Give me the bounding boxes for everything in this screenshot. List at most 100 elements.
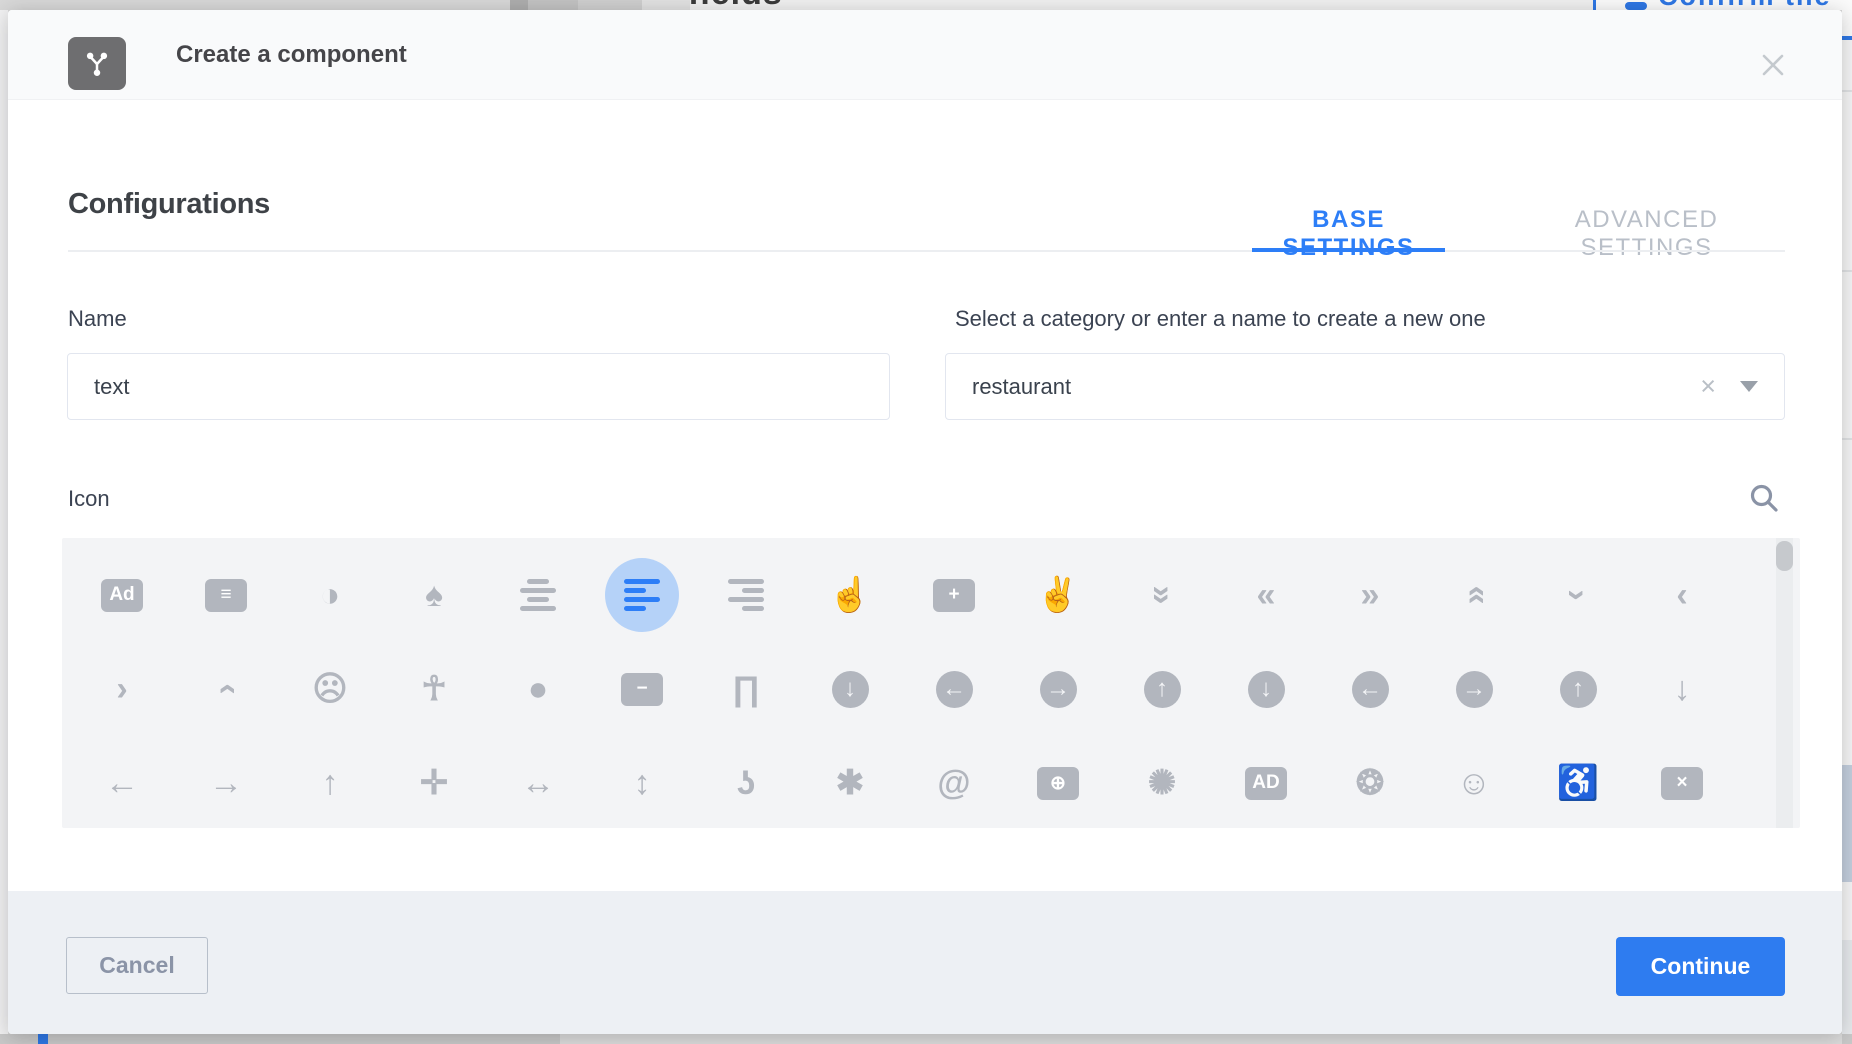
continue-button[interactable]: Continue bbox=[1616, 937, 1785, 996]
icon-cell-backspace[interactable]: × bbox=[1630, 736, 1734, 828]
icon-cell-arrows-alt[interactable]: ✛ bbox=[382, 736, 486, 828]
close-icon[interactable] bbox=[1753, 45, 1793, 85]
icon-cell-arrow-alt-circle-down[interactable]: ↓ bbox=[798, 642, 902, 736]
icon-cell-baby-carriage[interactable]: ♿ bbox=[1526, 736, 1630, 828]
modal-footer: Cancel Continue bbox=[8, 891, 1842, 1034]
align-bar bbox=[624, 597, 660, 602]
icon-cell-at[interactable]: @ bbox=[902, 736, 1006, 828]
align-bar bbox=[728, 579, 764, 584]
icon-cell-air-freshener[interactable]: ♠ bbox=[382, 548, 486, 642]
arrow-alt-circle-left-icon: ← bbox=[936, 671, 973, 708]
apple-alt-icon: ● bbox=[528, 672, 549, 706]
icon-cell-angle-double-up[interactable]: » bbox=[1422, 548, 1526, 642]
icon-cell-american-sign-language-interpreting[interactable]: ✌ bbox=[1006, 548, 1110, 642]
audio-description-icon: AD bbox=[1245, 767, 1287, 800]
tab-advanced-settings[interactable]: ADVANCED SETTINGS bbox=[1506, 206, 1787, 262]
icon-row: ››☹☥●−∏↓←→↑↓←→↑↓ bbox=[70, 642, 1734, 736]
icon-grid-rows: Ad≡◑♠☝+✌»«»»›‹››☹☥●−∏↓←→↑↓←→↑↓←→↑✛↔↕ʖ✱@⊕… bbox=[70, 548, 1734, 828]
icon-cell-align-right[interactable] bbox=[694, 548, 798, 642]
icon-cell-angle-double-down[interactable]: » bbox=[1110, 548, 1214, 642]
icon-cell-arrow-up[interactable]: ↑ bbox=[278, 736, 382, 828]
ankh-icon: ☥ bbox=[421, 672, 446, 706]
arrow-left-icon: ← bbox=[105, 766, 139, 800]
icon-cell-angle-double-left[interactable]: « bbox=[1214, 548, 1318, 642]
asterisk-icon: ✱ bbox=[836, 766, 865, 800]
icon-cell-ambulance[interactable]: + bbox=[902, 548, 1006, 642]
icon-cell-ankh[interactable]: ☥ bbox=[382, 642, 486, 736]
icon-cell-angle-down[interactable]: › bbox=[1526, 548, 1630, 642]
arrow-down-icon: ↓ bbox=[1674, 672, 1691, 706]
icon-cell-atlas[interactable]: ⊕ bbox=[1006, 736, 1110, 828]
name-input[interactable] bbox=[67, 353, 890, 420]
align-bar bbox=[520, 606, 556, 611]
icon-grid-scrollbar-track[interactable] bbox=[1776, 538, 1793, 828]
icon-cell-allergies[interactable]: ☝ bbox=[798, 548, 902, 642]
american-sign-language-interpreting-icon: ✌ bbox=[1037, 578, 1079, 612]
icon-row: ← → ↑ ✛ ↔↕ʖ ✱ @ ⊕✺ AD ❂☺♿× bbox=[70, 736, 1734, 828]
icon-cell-archway[interactable]: ∏ bbox=[694, 642, 798, 736]
allergies-icon: ☝ bbox=[829, 578, 871, 612]
angle-up-icon: › bbox=[209, 683, 243, 694]
angle-down-icon: › bbox=[1561, 589, 1595, 600]
page-title: Configurations bbox=[68, 188, 270, 221]
tabs-divider bbox=[68, 250, 1785, 252]
icon-cell-address-card[interactable]: ≡ bbox=[174, 548, 278, 642]
icon-label: Icon bbox=[68, 486, 110, 512]
icon-cell-arrows-alt-v[interactable]: ↕ bbox=[590, 736, 694, 828]
icon-cell-arrow-right[interactable]: → bbox=[174, 736, 278, 828]
name-label: Name bbox=[68, 306, 127, 332]
align-bar bbox=[527, 597, 549, 602]
icon-cell-arrows-alt-h[interactable]: ↔ bbox=[486, 736, 590, 828]
angle-left-icon: ‹ bbox=[1676, 578, 1687, 612]
icon-cell-arrow-down[interactable]: ↓ bbox=[1630, 642, 1734, 736]
arrows-alt-icon: ✛ bbox=[420, 766, 449, 800]
align-left-icon bbox=[624, 578, 660, 612]
search-icon[interactable] bbox=[1744, 478, 1784, 518]
icon-cell-angle-right[interactable]: › bbox=[70, 642, 174, 736]
cancel-button[interactable]: Cancel bbox=[66, 937, 208, 994]
icon-row: Ad≡◑♠☝+✌»«»»›‹ bbox=[70, 548, 1734, 642]
angle-double-right-icon: » bbox=[1361, 578, 1380, 612]
arrow-alt-circle-down-icon: ↓ bbox=[832, 671, 869, 708]
angry-icon: ☹ bbox=[312, 672, 347, 706]
icon-grid-scrollbar-thumb[interactable] bbox=[1776, 541, 1793, 571]
icon-cell-atom[interactable]: ✺ bbox=[1110, 736, 1214, 828]
icon-cell-archive[interactable]: − bbox=[590, 642, 694, 736]
tab-base-settings[interactable]: BASE SETTINGS bbox=[1252, 206, 1445, 262]
bg-toolbar-segment bbox=[642, 0, 690, 10]
icon-cell-audio-description[interactable]: AD bbox=[1214, 736, 1318, 828]
icon-cell-award[interactable]: ❂ bbox=[1318, 736, 1422, 828]
icon-cell-angle-double-right[interactable]: » bbox=[1318, 548, 1422, 642]
icon-cell-align-left[interactable] bbox=[590, 548, 694, 642]
icon-cell-angle-left[interactable]: ‹ bbox=[1630, 548, 1734, 642]
at-icon: @ bbox=[937, 766, 970, 800]
icon-cell-arrow-circle-up[interactable]: ↑ bbox=[1526, 642, 1630, 736]
ambulance-icon: + bbox=[933, 579, 975, 612]
arrow-up-icon: ↑ bbox=[322, 766, 339, 800]
icon-cell-arrow-alt-circle-right[interactable]: → bbox=[1006, 642, 1110, 736]
icon-picker-grid: Ad≡◑♠☝+✌»«»»›‹››☹☥●−∏↓←→↑↓←→↑↓←→↑✛↔↕ʖ✱@⊕… bbox=[62, 538, 1800, 828]
icon-cell-adjust[interactable]: ◑ bbox=[278, 548, 382, 642]
icon-cell-baby[interactable]: ☺ bbox=[1422, 736, 1526, 828]
adjust-icon: ◑ bbox=[320, 578, 341, 612]
address-card-icon: ≡ bbox=[205, 579, 247, 612]
clear-icon[interactable]: × bbox=[1700, 373, 1716, 400]
icon-cell-apple-alt[interactable]: ● bbox=[486, 642, 590, 736]
icon-cell-angry[interactable]: ☹ bbox=[278, 642, 382, 736]
arrow-alt-circle-right-icon: → bbox=[1040, 671, 1077, 708]
icon-cell-arrow-alt-circle-left[interactable]: ← bbox=[902, 642, 1006, 736]
bg-edge-block bbox=[1842, 765, 1852, 882]
icon-cell-align-center[interactable] bbox=[486, 548, 590, 642]
icon-cell-arrow-alt-circle-up[interactable]: ↑ bbox=[1110, 642, 1214, 736]
icon-cell-assistive-listening-systems[interactable]: ʖ bbox=[694, 736, 798, 828]
icon-cell-arrow-circle-right[interactable]: → bbox=[1422, 642, 1526, 736]
icon-cell-angle-up[interactable]: › bbox=[174, 642, 278, 736]
icon-cell-ad[interactable]: Ad bbox=[70, 548, 174, 642]
chevron-down-icon[interactable] bbox=[1740, 381, 1758, 392]
icon-cell-asterisk[interactable]: ✱ bbox=[798, 736, 902, 828]
icon-cell-arrow-circle-down[interactable]: ↓ bbox=[1214, 642, 1318, 736]
icon-cell-arrow-left[interactable]: ← bbox=[70, 736, 174, 828]
align-right-icon bbox=[728, 578, 764, 612]
category-select[interactable]: restaurant × bbox=[945, 353, 1785, 420]
icon-cell-arrow-circle-left[interactable]: ← bbox=[1318, 642, 1422, 736]
